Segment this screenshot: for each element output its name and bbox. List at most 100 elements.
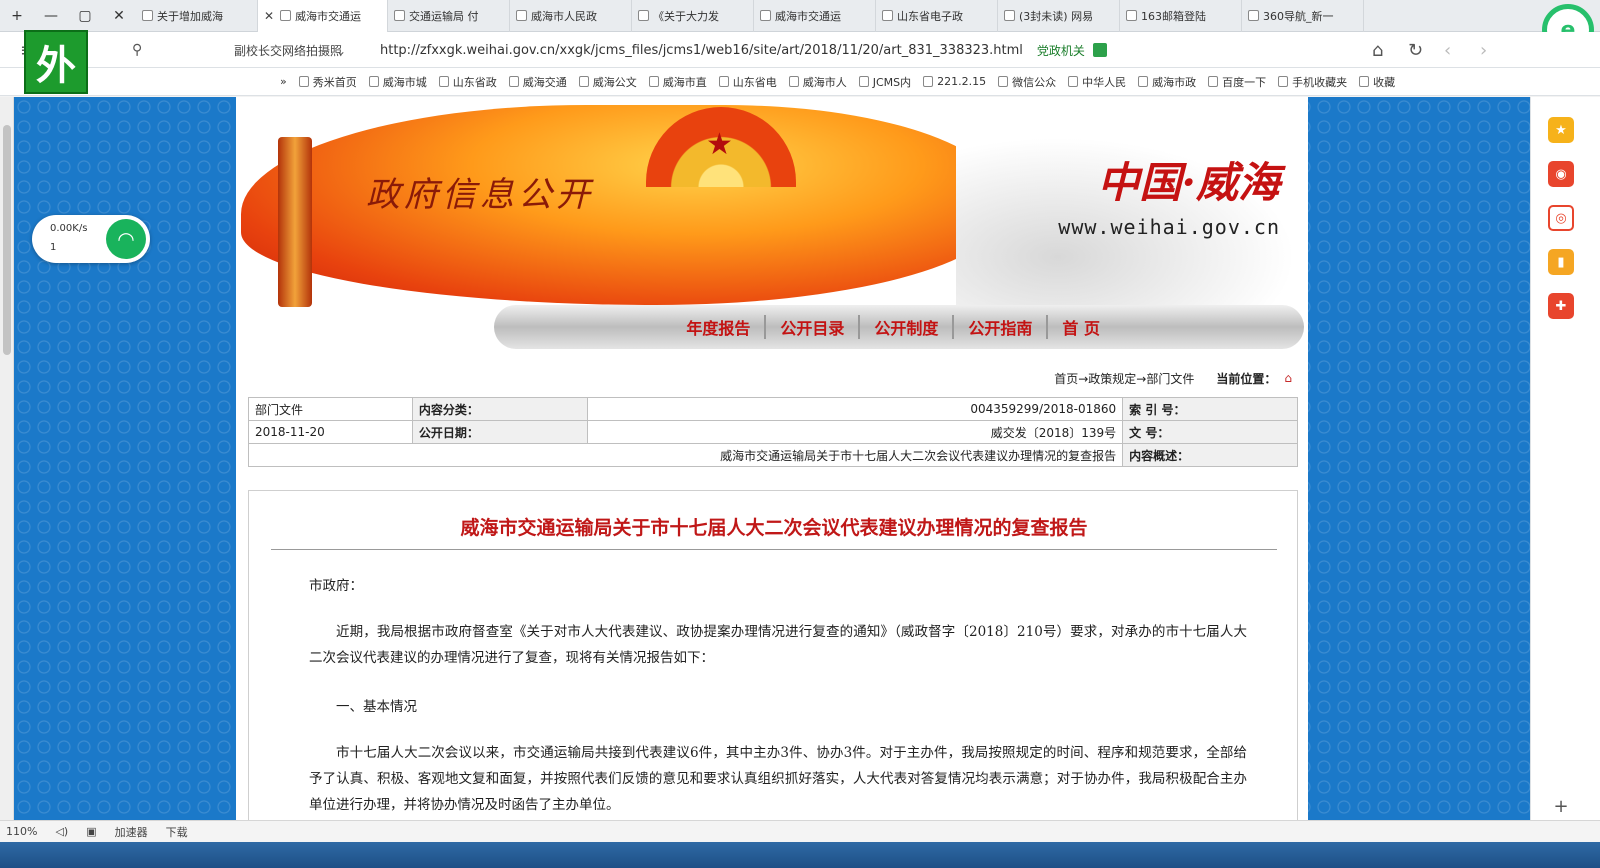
bookmark-item[interactable]: 微信公众: [998, 74, 1056, 90]
page-icon: [368, 76, 379, 87]
game-icon[interactable]: ✚: [1548, 293, 1574, 319]
document-body: 威海市交通运输局关于市十七届人大二次会议代表建议办理情况的复查报告 市政府： 近…: [248, 490, 1298, 820]
maximize-button[interactable]: ▢: [68, 0, 102, 32]
bookmark-item[interactable]: 收藏: [1359, 74, 1395, 90]
main-menu: 年度报告 公开目录 公开制度 公开指南 首 页: [494, 305, 1304, 349]
download-item[interactable]: 下载: [166, 824, 188, 840]
scrollbar-thumb[interactable]: [3, 125, 11, 355]
document-meta-table: 部门文件 内容分类： 004359299/2018-01860 索 引 号： 2…: [247, 397, 1298, 467]
tab[interactable]: 360导航_新一: [1242, 0, 1364, 32]
menu-home[interactable]: 首 页: [1046, 315, 1114, 339]
bookmark-label: 221.2.15: [937, 75, 987, 88]
address-bar: ≡ ⚲ 副校长交网络拍摄照 ⌄ http://zfxxgk.weihai.gov…: [0, 32, 1600, 68]
network-widget[interactable]: 0.00K/s 1 ◠: [32, 215, 150, 263]
page-icon: [508, 76, 519, 87]
menu-system[interactable]: 公开制度: [858, 315, 952, 339]
bookmark-item[interactable]: 威海市人: [788, 74, 847, 90]
bookmark-item[interactable]: 山东省电: [718, 74, 777, 90]
date-label: 公开日期：: [411, 420, 588, 444]
menu-catalog[interactable]: 公开目录: [764, 315, 858, 339]
tab[interactable]: (3封未读) 网易: [998, 0, 1120, 32]
bookmark-item[interactable]: 威海公文: [578, 74, 637, 90]
forward-icon[interactable]: ‹: [1444, 40, 1451, 61]
bookmark-label: 威海市城: [382, 75, 427, 89]
right-sidebar: ★ ◉ ◎ ▮ ✚ +: [1530, 97, 1600, 820]
category-value: 部门文件: [248, 397, 413, 421]
app-badge-icon[interactable]: 外: [24, 30, 88, 94]
tab[interactable]: 威海市人民政: [510, 0, 632, 32]
new-tab-button[interactable]: +: [0, 0, 34, 32]
close-tab-icon[interactable]: ✕: [264, 9, 274, 23]
menu-guide[interactable]: 公开指南: [952, 315, 1046, 339]
screenshot-icon[interactable]: ◎: [1548, 205, 1574, 231]
bookmark-item[interactable]: 威海交通: [508, 74, 567, 90]
add-icon[interactable]: +: [1548, 793, 1574, 819]
bookmark-item[interactable]: 山东省政: [438, 74, 497, 90]
star-icon[interactable]: ★: [1548, 117, 1574, 143]
chevron-down-icon[interactable]: ⌄: [336, 44, 346, 58]
sound-icon[interactable]: ◁): [55, 825, 68, 838]
tab-label: 163邮箱登陆: [1141, 9, 1206, 23]
tab[interactable]: 《关于大力发: [632, 0, 754, 32]
tab[interactable]: 交通运输局 付: [388, 0, 510, 32]
bookmark-item[interactable]: 威海市城: [368, 74, 427, 90]
home-icon[interactable]: ⌂: [1372, 40, 1383, 61]
search-input[interactable]: 副校长交网络拍摄照: [150, 38, 350, 62]
tab[interactable]: 山东省电子政: [876, 0, 998, 32]
bookmark-label: 威海市直: [662, 75, 707, 89]
zoom-level[interactable]: 110%: [6, 825, 37, 838]
close-window-button[interactable]: ✕: [102, 0, 136, 32]
docno-value: 威交发〔2018〕139号: [586, 420, 1124, 444]
breadcrumb-path[interactable]: 首页→政策规定→部门文件: [1054, 370, 1194, 387]
window-icon[interactable]: ▣: [86, 825, 96, 838]
page-icon: [858, 76, 869, 87]
banner-swoosh: [241, 105, 1001, 305]
notes-icon[interactable]: ▮: [1548, 249, 1574, 275]
tab-label: 威海市人民政: [531, 9, 597, 23]
back-icon[interactable]: ›: [1480, 40, 1487, 61]
table-row: 威海市交通运输局关于市十七届人大二次会议代表建议办理情况的复查报告 内容概述：: [247, 443, 1298, 467]
docno-label: 文 号：: [1122, 420, 1298, 444]
paragraph: 市十七届人大二次会议以来，市交通运输局共接到代表建议6件，其中主办3件、协办3件…: [309, 745, 1247, 813]
summary-label: 内容概述：: [1122, 443, 1298, 467]
reload-icon[interactable]: ↻: [1408, 40, 1423, 61]
tab-label: 山东省电子政: [897, 9, 963, 23]
wechat-icon: [998, 76, 1009, 87]
weibo-icon[interactable]: ◉: [1548, 161, 1574, 187]
menu-annual-report[interactable]: 年度报告: [672, 315, 764, 339]
bookmark-item[interactable]: 威海市政: [1138, 74, 1196, 90]
tab[interactable]: 关于增加威海: [136, 0, 258, 32]
url-text[interactable]: http://zfxxgk.weihai.gov.cn/xxgk/jcms_fi…: [380, 43, 1023, 58]
index-value: 004359299/2018-01860: [586, 397, 1124, 421]
document-title: 威海市交通运输局关于市十七届人大二次会议代表建议办理情况的复查报告: [460, 517, 1088, 539]
bookmark-label: 威海交通: [522, 75, 567, 89]
divider: [271, 549, 1277, 550]
tab[interactable]: 威海市交通运: [754, 0, 876, 32]
section-heading: 一、基本情况: [336, 699, 417, 715]
bookmark-item[interactable]: 威海市直: [648, 74, 707, 90]
scrollbar[interactable]: [0, 97, 14, 820]
bookmark-label: JCMS内: [872, 75, 912, 89]
page-icon: [516, 10, 527, 21]
bookmark-label: 百度一下: [1222, 75, 1267, 89]
minimize-button[interactable]: —: [34, 0, 68, 32]
tab[interactable]: 163邮箱登陆: [1120, 0, 1242, 32]
bookmark-more[interactable]: »: [280, 75, 287, 88]
bookmarks-bar: » 秀米首页 威海市城 山东省政 威海交通 威海公文 威海市直 山东省电 威海市…: [0, 68, 1600, 96]
bookmark-item[interactable]: JCMS内: [858, 74, 912, 90]
bookmark-item[interactable]: 秀米首页: [298, 74, 357, 90]
bookmark-label: 威海市人: [802, 75, 847, 89]
bookmark-item[interactable]: 221.2.15: [923, 75, 986, 88]
speedup-item[interactable]: 加速器: [115, 824, 148, 840]
category-label: 内容分类：: [411, 397, 588, 421]
search-icon[interactable]: ⚲: [132, 42, 142, 58]
url-field[interactable]: http://zfxxgk.weihai.gov.cn/xxgk/jcms_fi…: [380, 38, 1380, 62]
bookmark-item[interactable]: 手机收藏夹: [1278, 74, 1347, 90]
page-icon: [578, 76, 589, 87]
table-row: 2018-11-20 公开日期： 威交发〔2018〕139号 文 号：: [248, 420, 1298, 444]
bookmark-item[interactable]: 百度一下: [1208, 74, 1266, 90]
tab-active[interactable]: ✕ 威海市交通运: [258, 0, 388, 32]
page-icon: [1248, 10, 1259, 21]
bookmark-item[interactable]: 中华人民: [1068, 74, 1126, 90]
bookmark-label: 中华人民: [1082, 75, 1127, 89]
